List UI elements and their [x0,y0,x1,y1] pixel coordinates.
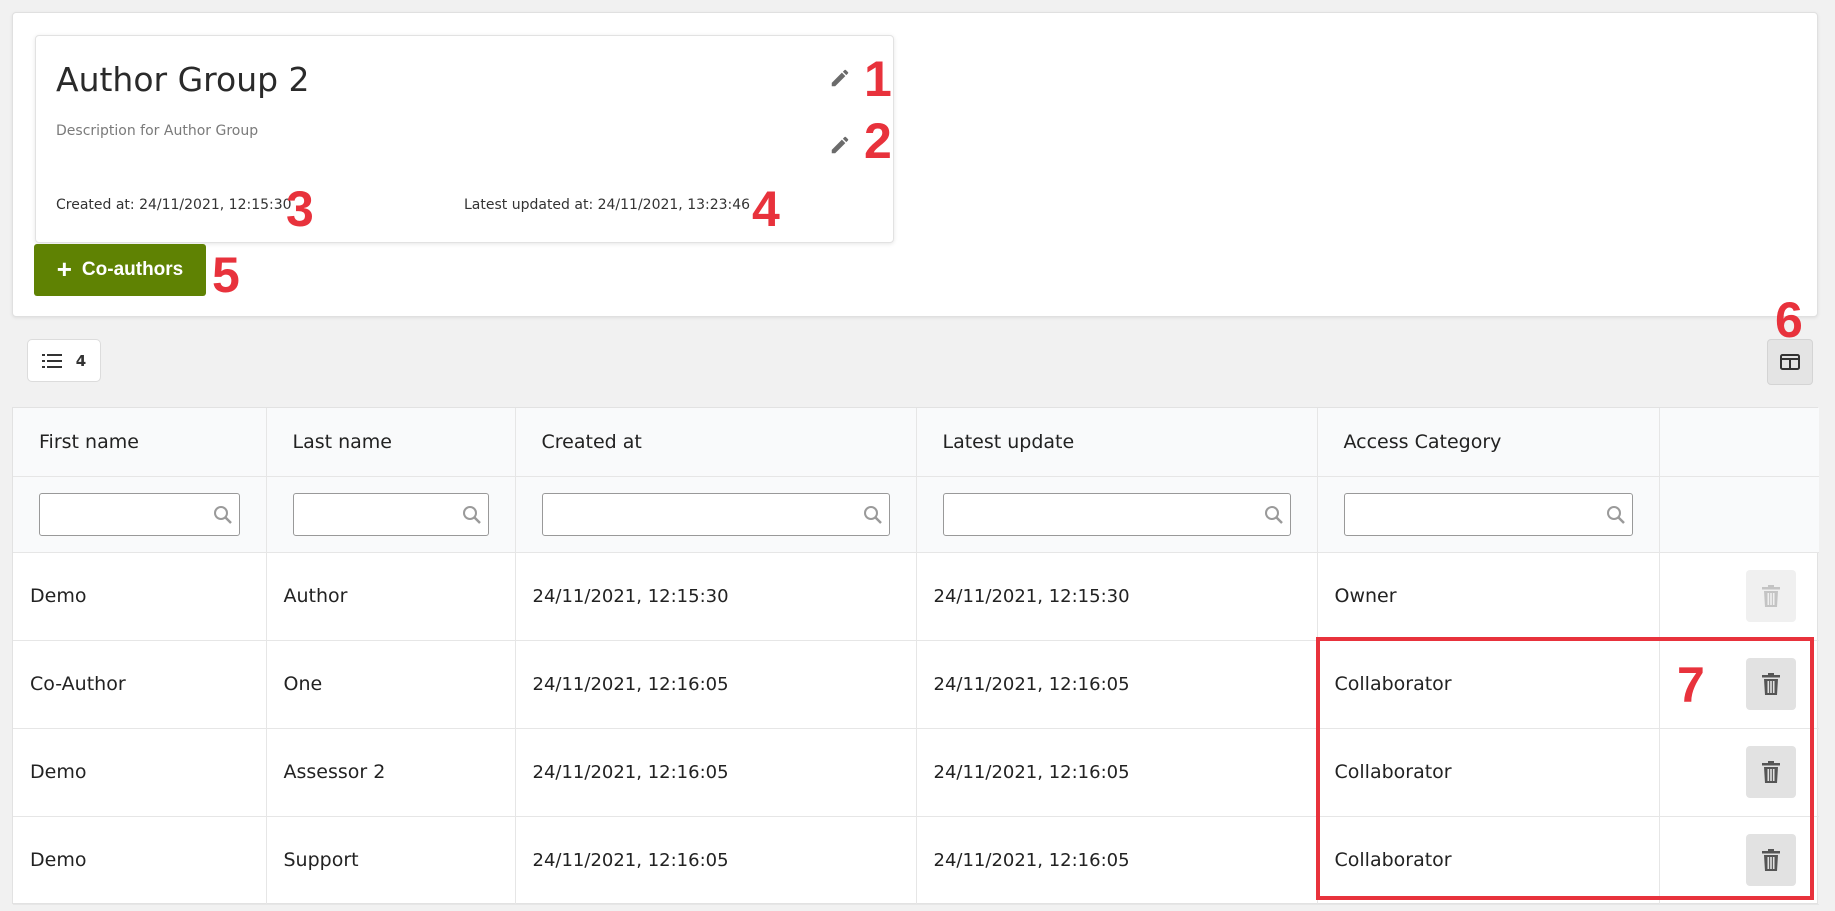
table-row: Demo Author 24/11/2021, 12:15:30 24/11/2… [13,552,1819,641]
edit-title-button[interactable] [826,64,854,92]
filter-created-at-input[interactable] [542,493,889,535]
search-icon [213,505,232,524]
column-settings-button[interactable] [1767,339,1813,385]
pencil-icon [831,136,849,154]
add-coauthors-label: Co-authors [81,259,184,280]
cell-latest-update: 24/11/2021, 12:16:05 [916,728,1318,817]
filter-last-name-input[interactable] [293,493,488,535]
annotation-1: 1 [864,51,892,107]
table-row: Demo Support 24/11/2021, 12:16:05 24/11/… [13,816,1819,905]
annotation-5: 5 [212,247,240,303]
cell-first-name: Demo [13,816,267,905]
column-header-first-name[interactable]: First name [13,408,267,477]
delete-button[interactable] [1746,658,1796,710]
edit-description-button[interactable] [826,131,854,159]
search-icon [863,505,882,524]
cell-created-at: 24/11/2021, 12:16:05 [515,816,917,905]
cell-access-category: Collaborator [1317,816,1660,905]
trash-icon [1762,585,1780,607]
cell-access-category: Collaborator [1317,728,1660,817]
annotation-7: 7 [1677,657,1705,713]
cell-access-category: Owner [1317,552,1660,641]
columns-icon [1780,354,1800,370]
updated-at-text: Latest updated at: 24/11/2021, 13:23:46 [464,197,751,213]
plus-icon: + [56,253,72,284]
table-row: Co-Author One 24/11/2021, 12:16:05 24/11… [13,640,1819,729]
pencil-icon [831,69,849,87]
filter-first-name[interactable] [39,492,240,536]
annotation-4: 4 [752,181,780,237]
column-header-latest-update[interactable]: Latest update [916,408,1318,477]
search-icon [462,505,481,524]
delete-button[interactable] [1746,834,1796,886]
filter-created-at[interactable] [541,492,890,536]
annotation-3: 3 [286,181,314,237]
filter-first-name-input[interactable] [40,493,239,535]
cell-latest-update: 24/11/2021, 12:16:05 [916,816,1318,905]
filter-row [13,476,1819,553]
cell-first-name: Demo [13,728,267,817]
cell-latest-update: 24/11/2021, 12:16:05 [916,640,1318,729]
group-description: Description for Author Group [56,123,259,139]
filter-access-category-input[interactable] [1344,493,1632,535]
column-header-last-name[interactable]: Last name [266,408,516,477]
trash-icon [1762,673,1780,695]
cell-last-name: Author [266,552,516,641]
filter-latest-update[interactable] [942,492,1291,536]
cell-created-at: 24/11/2021, 12:15:30 [515,552,917,641]
cell-access-category: Collaborator [1317,640,1660,729]
search-icon [1606,505,1625,524]
column-header-access-category[interactable]: Access Category [1317,408,1660,477]
cell-last-name: One [266,640,516,729]
add-coauthors-button[interactable]: + Co-authors [34,244,206,296]
table-header-row: First name Last name Created at Latest u… [13,408,1819,477]
coauthors-table: First name Last name Created at Latest u… [12,407,1819,905]
cell-last-name: Assessor 2 [266,728,516,817]
delete-button-disabled [1746,570,1796,622]
annotation-6: 6 [1775,292,1803,348]
search-icon [1264,505,1283,524]
table-row: Demo Assessor 2 24/11/2021, 12:16:05 24/… [13,728,1819,817]
list-icon [41,353,62,368]
filter-access-category[interactable] [1343,492,1633,536]
cell-last-name: Support [266,816,516,905]
cell-first-name: Co-Author [13,640,267,729]
column-header-actions [1659,408,1819,477]
filter-latest-update-input[interactable] [943,493,1290,535]
column-header-created-at[interactable]: Created at [515,408,917,477]
group-title: Author Group 2 [56,60,310,99]
trash-icon [1762,761,1780,783]
delete-button[interactable] [1746,746,1796,798]
filter-last-name[interactable] [292,492,489,536]
cell-created-at: 24/11/2021, 12:16:05 [515,728,917,817]
cell-first-name: Demo [13,552,267,641]
record-count: 4 [75,351,87,370]
record-count-badge: 4 [27,339,101,382]
cell-latest-update: 24/11/2021, 12:15:30 [916,552,1318,641]
annotation-2: 2 [864,113,892,169]
trash-icon [1762,849,1780,871]
cell-created-at: 24/11/2021, 12:16:05 [515,640,917,729]
created-at-text: Created at: 24/11/2021, 12:15:30 [56,197,292,213]
